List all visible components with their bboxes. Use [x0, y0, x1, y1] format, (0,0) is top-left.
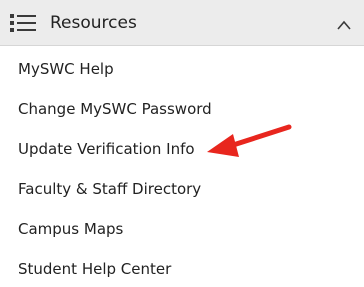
link-update-verification-info[interactable]: Update Verification Info: [0, 127, 364, 167]
link-change-password[interactable]: Change MySWC Password: [0, 87, 364, 127]
section-title: Resources: [50, 13, 137, 33]
link-faculty-staff-directory[interactable]: Faculty & Staff Directory: [0, 167, 364, 207]
resources-header[interactable]: Resources: [0, 0, 364, 46]
resources-panel: Resources MySWC Help Change MySWC Passwo…: [0, 0, 364, 287]
link-myswc-help[interactable]: MySWC Help: [0, 47, 364, 87]
resource-links-list: MySWC Help Change MySWC Password Update …: [0, 47, 364, 287]
list-icon: [10, 13, 36, 33]
link-student-help-center[interactable]: Student Help Center: [0, 247, 364, 287]
link-campus-maps[interactable]: Campus Maps: [0, 207, 364, 247]
red-arrow-icon: [200, 118, 300, 162]
chevron-up-icon[interactable]: [336, 16, 352, 30]
